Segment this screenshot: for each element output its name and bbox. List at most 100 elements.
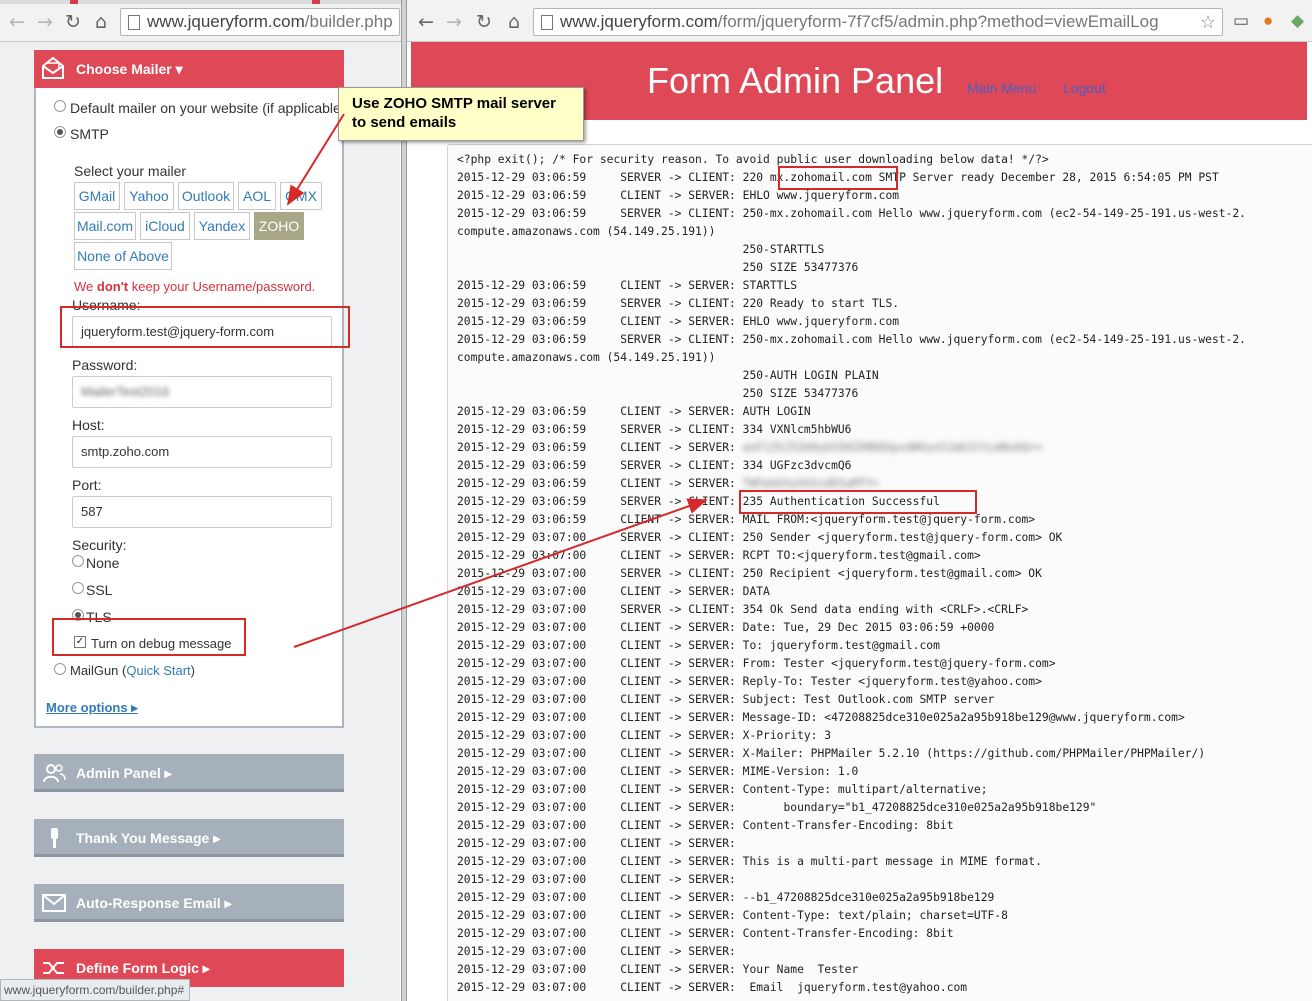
- cast-icon[interactable]: ▭: [1233, 12, 1249, 30]
- browser-tab[interactable]: [70, 0, 78, 4]
- thank-you-label: Thank You Message ▸: [76, 830, 221, 846]
- address-bar[interactable]: www.jqueryform.com/form/jqueryform-7f7cf…: [533, 8, 1223, 36]
- log-line: 2015-12-29 03:06:59 CLIENT -> SERVER: ST…: [457, 279, 798, 292]
- host-label: Host:: [72, 417, 105, 433]
- mailer-btn-icloud[interactable]: iCloud: [140, 212, 190, 240]
- url-host: www.jqueryform.com: [147, 12, 305, 31]
- log-line: 2015-12-29 03:07:00 CLIENT -> SERVER: Co…: [457, 927, 954, 940]
- auto-response-label: Auto-Response Email ▸: [76, 895, 232, 911]
- password-input[interactable]: MailerTest2016: [72, 376, 332, 408]
- reload-icon[interactable]: ↻: [473, 11, 495, 33]
- extension-icon[interactable]: ●: [1263, 12, 1273, 30]
- log-line: 250 SIZE 53477376: [457, 261, 859, 274]
- mailer-btn-none[interactable]: None of Above: [74, 242, 172, 270]
- mailgun-quickstart-link[interactable]: Quick Start: [126, 663, 190, 678]
- mailer-btn-gmx[interactable]: GMX: [280, 182, 322, 210]
- choose-mailer-title: Choose Mailer ▾: [76, 61, 183, 77]
- log-line: 2015-12-29 03:06:59 SERVER -> CLIENT: 33…: [457, 459, 852, 472]
- log-line: 2015-12-29 03:07:00 CLIENT -> SERVER: Re…: [457, 675, 1042, 688]
- security-ssl-radio[interactable]: [72, 582, 84, 594]
- password-warning: We don't keep your Username/password.: [74, 279, 315, 294]
- smtp-label: SMTP: [70, 126, 109, 142]
- thank-you-section[interactable]: Thank You Message ▸: [34, 819, 344, 857]
- log-line: 2015-12-29 03:07:00 CLIENT -> SERVER: DA…: [457, 585, 770, 598]
- shuffle-icon: [43, 962, 64, 974]
- log-line: 2015-12-29 03:07:00 CLIENT -> SERVER:: [457, 945, 743, 958]
- url-path: /builder.php: [304, 12, 393, 31]
- home-icon[interactable]: ⌂: [90, 11, 112, 33]
- mailer-btn-outlook[interactable]: Outlook: [178, 182, 234, 210]
- zoho-callout: Use ZOHO SMTP mail server to send emails: [338, 87, 584, 141]
- password-label: Password:: [72, 357, 138, 373]
- logout-link[interactable]: Logout: [1063, 80, 1106, 96]
- url-host: www.jqueryform.com: [560, 12, 718, 31]
- log-line: 2015-12-29 03:07:00 CLIENT -> SERVER: Da…: [457, 621, 995, 634]
- more-options-link[interactable]: More options ▸: [46, 700, 138, 716]
- forward-icon[interactable]: →: [34, 11, 56, 33]
- choose-mailer-header[interactable]: Choose Mailer ▾: [34, 50, 344, 88]
- log-line: 2015-12-29 03:07:00 CLIENT -> SERVER: bo…: [457, 801, 1097, 814]
- forward-icon[interactable]: →: [443, 11, 465, 33]
- mailer-btn-yandex[interactable]: Yandex: [194, 212, 250, 240]
- log-line: 2015-12-29 03:07:00 CLIENT -> SERVER: Fr…: [457, 657, 1056, 670]
- mailer-btn-zoho[interactable]: ZOHO: [254, 212, 304, 240]
- select-mailer-label: Select your mailer: [74, 163, 187, 179]
- address-bar[interactable]: www.jqueryform.com/builder.php: [120, 8, 400, 36]
- mailgun-option: MailGun (Quick Start): [70, 663, 195, 678]
- log-line: 250-AUTH LOGIN PLAIN: [457, 369, 879, 382]
- back-icon[interactable]: ←: [6, 11, 28, 33]
- mailer-btn-yahoo[interactable]: Yahoo: [124, 182, 174, 210]
- right-browser-toolbar: ← → ↻ ⌂ www.jqueryform.com/form/jqueryfo…: [407, 0, 1312, 42]
- back-icon[interactable]: ←: [415, 11, 437, 33]
- mailgun-close: ): [190, 663, 195, 678]
- password-value-blurred: MailerTest2016: [81, 384, 170, 399]
- browser-tab[interactable]: [312, 0, 320, 4]
- admin-title: Form Admin Panel: [647, 60, 944, 101]
- reload-icon[interactable]: ↻: [62, 11, 84, 33]
- page-icon: [128, 15, 140, 30]
- security-none-radio[interactable]: [72, 555, 84, 567]
- host-input[interactable]: smtp.zoho.com: [72, 436, 332, 468]
- log-line: 2015-12-29 03:07:00 CLIENT -> SERVER: Me…: [457, 711, 1185, 724]
- port-label: Port:: [72, 477, 102, 493]
- smtp-radio[interactable]: [54, 126, 66, 138]
- home-icon[interactable]: ⌂: [503, 11, 525, 33]
- bookmark-star-icon[interactable]: ☆: [1200, 9, 1216, 35]
- mailer-btn-mailcom[interactable]: Mail.com: [74, 212, 136, 240]
- security-ssl-label: SSL: [86, 582, 113, 598]
- log-line: 2015-12-29 03:06:59 CLIENT -> SERVER: EH…: [457, 315, 900, 328]
- log-line: 2015-12-29 03:06:59 SERVER -> CLIENT: 22…: [457, 297, 900, 310]
- default-mailer-radio[interactable]: [54, 100, 66, 112]
- security-label: Security:: [72, 537, 127, 553]
- default-mailer-label: Default mailer on your website (if appli…: [70, 100, 346, 116]
- envelope-icon: [42, 56, 64, 79]
- security-none-label: None: [86, 555, 120, 571]
- log-line: 2015-12-29 03:06:59 SERVER -> CLIENT: 25…: [457, 333, 1246, 346]
- admin-log-page: Form Admin Panel Main Menu Logout <?php …: [407, 42, 1312, 1001]
- log-line: 2015-12-29 03:07:00 CLIENT -> SERVER: Th…: [457, 855, 1042, 868]
- main-menu-link[interactable]: Main Menu: [967, 80, 1036, 96]
- extension-icon[interactable]: ◆: [1291, 12, 1304, 30]
- mail-icon: [42, 894, 66, 912]
- admin-panel-section[interactable]: Admin Panel ▸: [34, 754, 344, 792]
- blurred-credential: anF1ZXJ5Zm9ybS50ZXN0QGpxdWVyeS1mb3JtLmNv…: [742, 441, 1042, 454]
- log-line: 250-STARTTLS: [457, 243, 825, 256]
- mailer-btn-gmail[interactable]: GMail: [74, 182, 120, 210]
- zohomail-highlight-box: [778, 166, 898, 190]
- blurred-credential: TWFpbGVyVGVzdDIwMTY=: [742, 477, 879, 490]
- mailgun-radio[interactable]: [54, 663, 66, 675]
- log-line: 2015-12-29 03:07:00 SERVER -> CLIENT: 35…: [457, 603, 1029, 616]
- mailer-btn-aol[interactable]: AOL: [238, 182, 276, 210]
- log-line: 2015-12-29 03:07:00 CLIENT -> SERVER: Co…: [457, 783, 988, 796]
- log-line: 2015-12-29 03:07:00 CLIENT -> SERVER: RC…: [457, 549, 981, 562]
- log-line: 2015-12-29 03:07:00 SERVER -> CLIENT: 25…: [457, 567, 1042, 580]
- log-line: compute.amazonaws.com (54.149.25.191)): [457, 225, 716, 238]
- email-log-box: <?php exit(); /* For security reason. To…: [447, 144, 1312, 1001]
- log-line: 2015-12-29 03:07:00 CLIENT -> SERVER: X-…: [457, 747, 1206, 760]
- auto-response-section[interactable]: Auto-Response Email ▸: [34, 884, 344, 922]
- log-line: 2015-12-29 03:07:00 CLIENT -> SERVER: X-…: [457, 729, 832, 742]
- port-input[interactable]: 587: [72, 496, 332, 528]
- form-builder-page: Choose Mailer ▾ Default mailer on your w…: [0, 42, 400, 1001]
- page-icon: [541, 15, 553, 30]
- debug-highlight-box: [52, 618, 246, 656]
